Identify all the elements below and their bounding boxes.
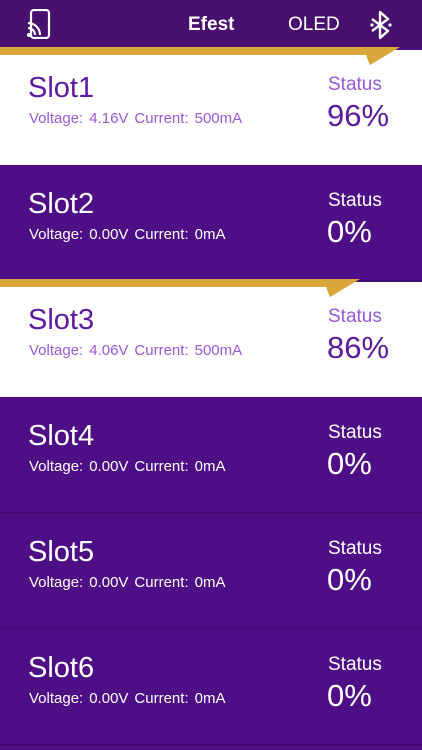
bluetooth-icon[interactable] [369,10,393,40]
status-percent: 96% [327,98,390,133]
slot-name: Slot2 [28,188,95,220]
status-percent: 0% [327,446,372,481]
charging-ribbon [0,279,360,297]
slot-name: Slot3 [28,304,95,336]
slot-readings: Voltage: 0.00V Current: 0mA [29,458,231,476]
status-percent: 86% [327,330,390,365]
slot-name: Slot5 [28,536,95,568]
voltage-label: Voltage: [29,342,84,359]
slot-readings: Voltage: 0.00V Current: 0mA [29,690,231,708]
voltage-value: 4.16V [89,110,129,127]
slot-readings: Voltage: 0.00V Current: 0mA [29,574,231,592]
voltage-value: 0.00V [89,226,129,243]
current-label: Current: [134,458,189,475]
tab-efest[interactable]: Efest [188,14,234,36]
current-value: 0mA [194,690,226,707]
nav-bar: Efest OLED [0,0,422,48]
current-value: 500mA [194,110,243,127]
slot-row[interactable]: Slot4 Voltage: 0.00V Current: 0mA Status 0% [0,398,422,513]
voltage-label: Voltage: [29,458,84,475]
status-label: Status [328,654,382,675]
cast-screen-icon[interactable] [26,9,54,39]
voltage-value: 0.00V [89,458,129,475]
voltage-label: Voltage: [29,226,84,243]
status-label: Status [328,190,382,211]
slot-row[interactable]: Slot5 Voltage: 0.00V Current: 0mA Status 0% [0,514,422,629]
status-label: Status [328,306,382,327]
current-label: Current: [134,690,189,707]
slot-row[interactable]: Slot6 Voltage: 0.00V Current: 0mA Status 0% [0,630,422,745]
slot-readings: Voltage: 4.16V Current: 500mA [29,110,248,128]
slot-name: Slot1 [28,72,95,104]
voltage-value: 0.00V [89,690,129,707]
status-label: Status [328,538,382,559]
current-value: 500mA [194,342,243,359]
current-value: 0mA [194,574,226,591]
voltage-label: Voltage: [29,110,84,127]
current-label: Current: [134,342,189,359]
current-value: 0mA [194,226,226,243]
slot-readings: Voltage: 4.06V Current: 500mA [29,342,248,360]
voltage-value: 4.06V [89,342,129,359]
current-label: Current: [134,574,189,591]
current-label: Current: [134,226,189,243]
charging-ribbon [0,47,400,65]
slot-name: Slot4 [28,420,95,452]
status-label: Status [328,422,382,443]
voltage-label: Voltage: [29,690,84,707]
current-value: 0mA [194,458,226,475]
status-percent: 0% [327,562,372,597]
slot-row[interactable]: Slot2 Voltage: 0.00V Current: 0mA Status 0% [0,166,422,281]
slot-name: Slot6 [28,652,95,684]
slot-readings: Voltage: 0.00V Current: 0mA [29,226,231,244]
tab-oled[interactable]: OLED [288,14,340,36]
current-label: Current: [134,110,189,127]
voltage-value: 0.00V [89,574,129,591]
status-percent: 0% [327,214,372,249]
status-percent: 0% [327,678,372,713]
voltage-label: Voltage: [29,574,84,591]
status-label: Status [328,74,382,95]
